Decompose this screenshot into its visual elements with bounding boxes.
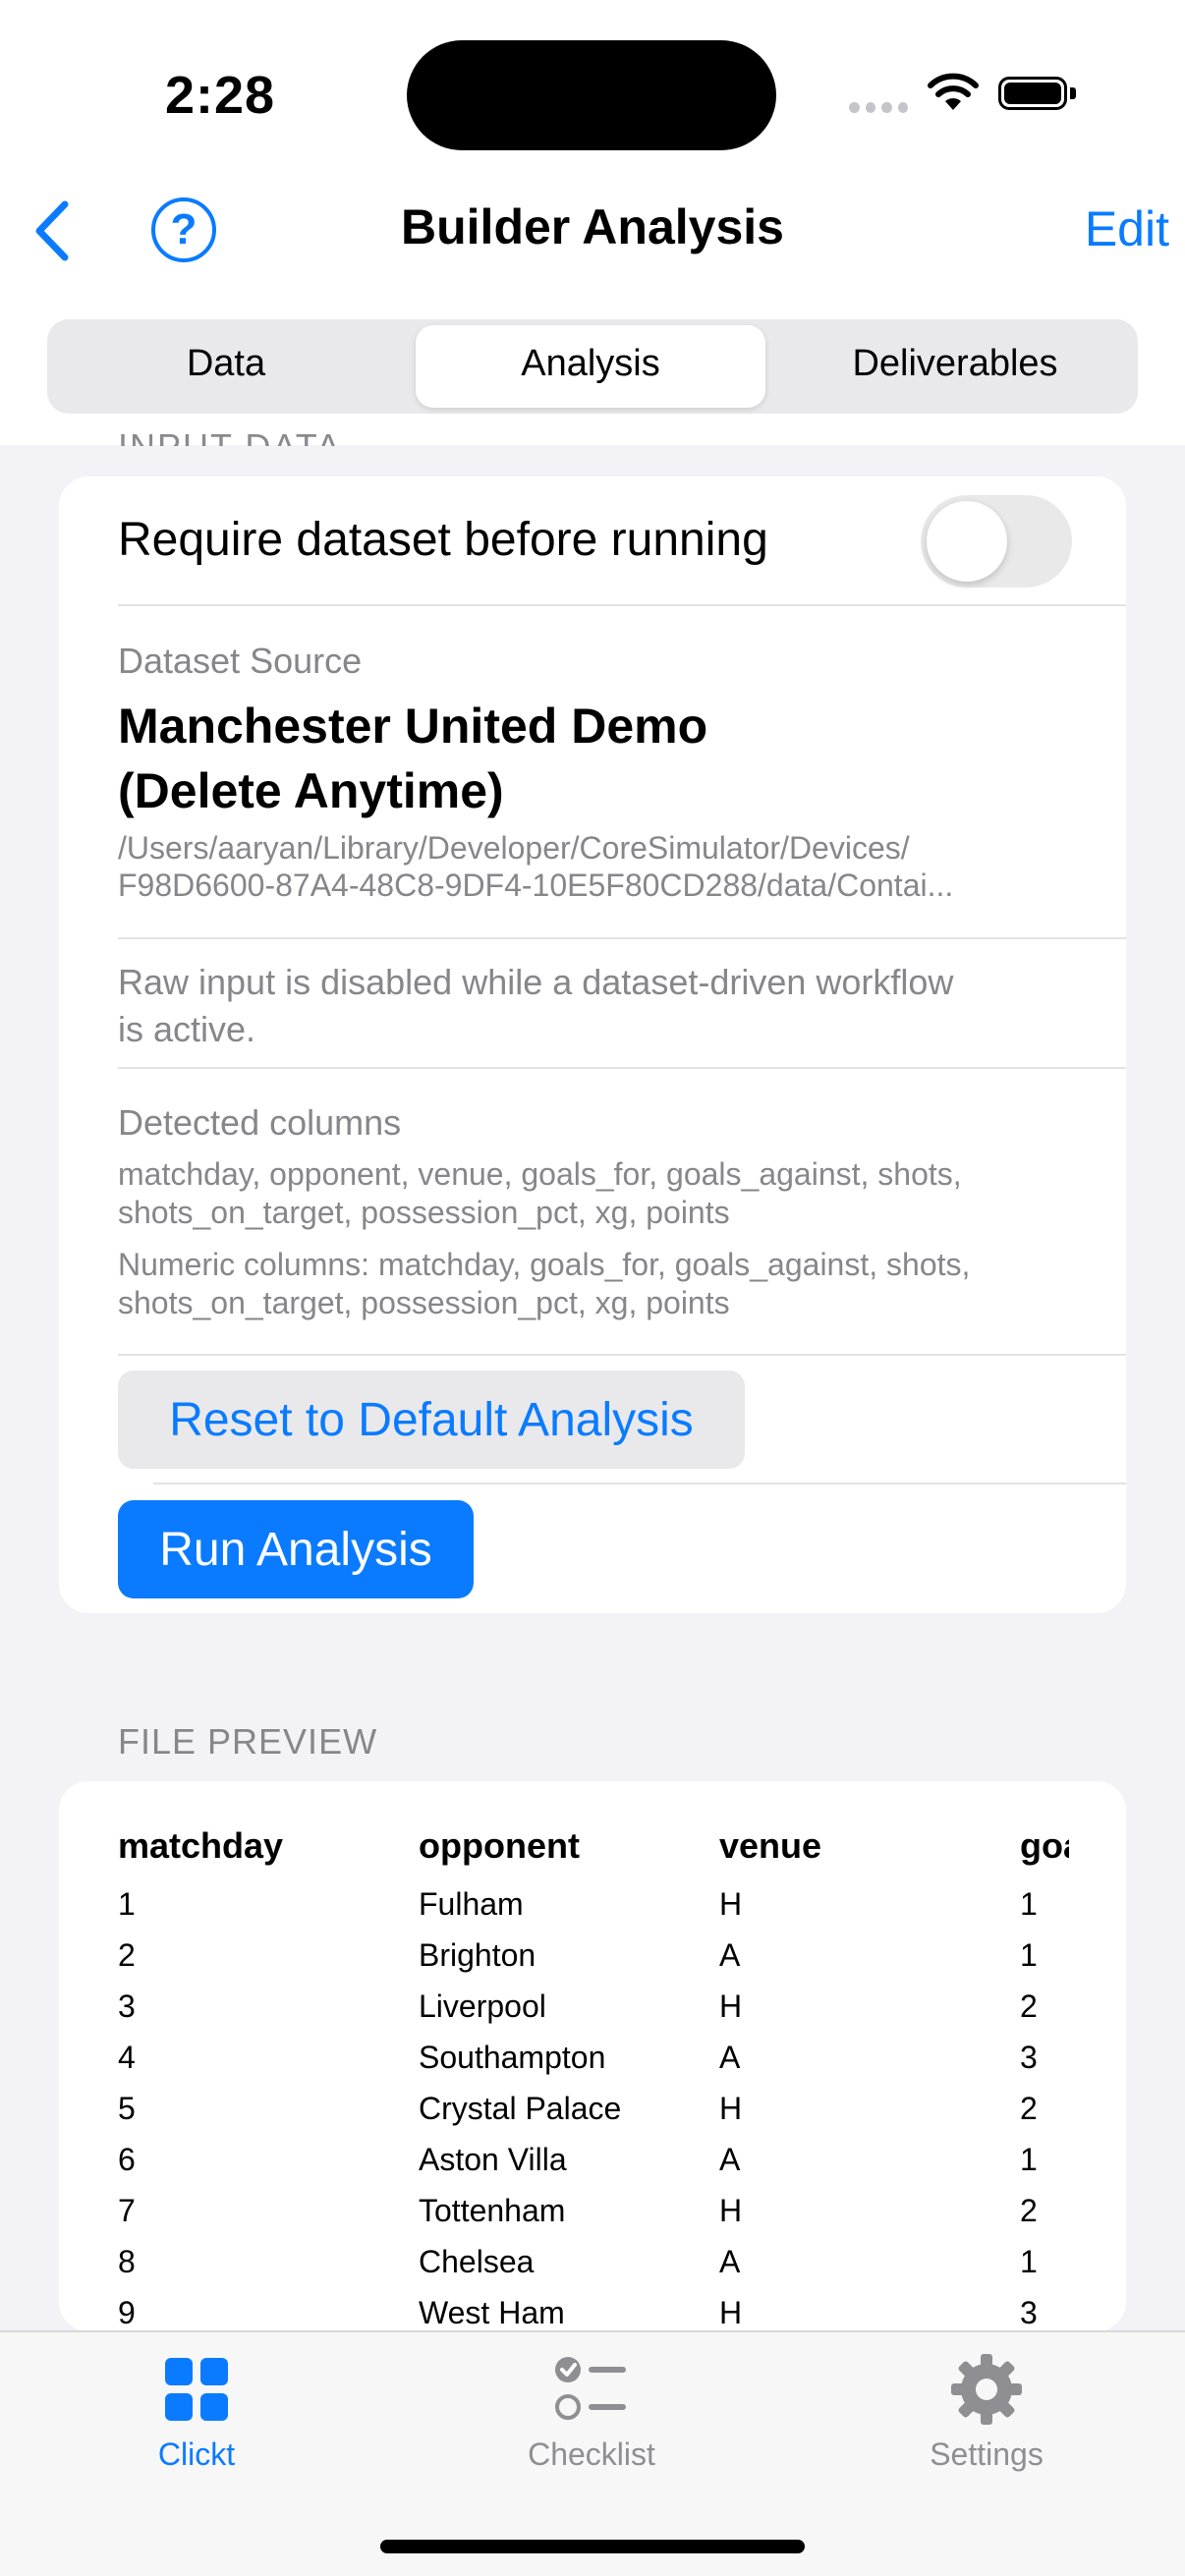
table-cell: Southampton xyxy=(419,2040,606,2075)
table-cell: 2 xyxy=(118,1937,136,1973)
divider xyxy=(118,1067,1126,1069)
table-cell: 2 xyxy=(1020,1988,1038,2024)
column-header-goals-for: goa xyxy=(1020,1825,1069,1866)
table-cell: 4 xyxy=(118,2040,136,2075)
table-cell: 8 xyxy=(118,2244,136,2279)
divider xyxy=(153,1483,1126,1484)
checklist-icon xyxy=(555,2357,626,2420)
edit-button[interactable]: Edit xyxy=(1022,200,1169,257)
wifi-icon xyxy=(928,73,979,110)
table-cell: 1 xyxy=(1020,2244,1038,2279)
detected-columns-list: matchday, opponent, venue, goals_for, go… xyxy=(118,1156,962,1230)
require-dataset-toggle[interactable] xyxy=(921,495,1072,588)
gear-icon xyxy=(951,2354,1022,2425)
table-cell: 5 xyxy=(118,2091,136,2126)
table-cell: H xyxy=(719,1886,743,1922)
table-cell: 1 xyxy=(118,1886,136,1922)
dataset-source-caption: Dataset Source xyxy=(118,641,363,681)
table-cell: 1 xyxy=(1020,1937,1038,1973)
table-cell: A xyxy=(719,2244,741,2279)
table-cell: 2 xyxy=(1020,2091,1038,2126)
tab-clickt-label: Clickt xyxy=(157,2436,236,2472)
table-cell: A xyxy=(719,2142,741,2177)
table-cell: H xyxy=(719,2091,743,2126)
grid-icon xyxy=(165,2358,228,2421)
table-cell: H xyxy=(719,1988,743,2024)
status-time: 2:28 xyxy=(165,66,276,125)
toggle-knob xyxy=(927,501,1007,582)
numeric-columns-list: Numeric columns: matchday, goals_for, go… xyxy=(118,1247,971,1320)
table-cell: 3 xyxy=(1020,2295,1038,2330)
page-title: Builder Analysis xyxy=(401,199,784,254)
dynamic-island xyxy=(407,40,776,150)
table-cell: Crystal Palace xyxy=(419,2091,622,2126)
column-header-opponent: opponent xyxy=(419,1825,580,1866)
run-analysis-button[interactable]: Run Analysis xyxy=(118,1500,474,1598)
table-cell: Aston Villa xyxy=(419,2142,567,2177)
table-cell: 3 xyxy=(1020,2040,1038,2075)
detected-columns-title: Detected columns xyxy=(118,1102,402,1143)
table-cell: H xyxy=(719,2295,743,2330)
table-cell: 1 xyxy=(1020,1886,1038,1922)
raw-input-disabled-note: Raw input is disabled while a dataset-dr… xyxy=(118,962,954,1049)
divider xyxy=(118,937,1126,939)
tab-deliverables[interactable]: Deliverables xyxy=(780,343,1130,385)
table-cell: Brighton xyxy=(419,1937,536,1973)
tab-analysis[interactable]: Analysis xyxy=(416,343,765,385)
signal-dots-icon xyxy=(849,102,908,116)
file-preview-section-header: FILE PREVIEW xyxy=(118,1721,378,1762)
table-cell: Tottenham xyxy=(419,2193,566,2228)
table-cell: 7 xyxy=(118,2193,136,2228)
table-cell: 3 xyxy=(118,1988,136,2024)
table-cell: 6 xyxy=(118,2142,136,2177)
battery-icon xyxy=(998,77,1079,114)
table-cell: 1 xyxy=(1020,2142,1038,2177)
table-cell: West Ham xyxy=(419,2295,565,2330)
table-cell: Chelsea xyxy=(419,2244,535,2279)
reset-to-default-analysis-button[interactable]: Reset to Default Analysis xyxy=(118,1371,745,1469)
table-cell: A xyxy=(719,1937,741,1973)
dataset-name: Manchester United Demo (Delete Anytime) xyxy=(118,699,708,818)
home-indicator[interactable] xyxy=(380,2540,805,2553)
tab-settings-label: Settings xyxy=(930,2436,1044,2472)
tab-checklist-label: Checklist xyxy=(528,2436,655,2472)
input-data-section-header: INPUT DATA xyxy=(118,417,413,446)
table-cell: H xyxy=(719,2193,743,2228)
table-cell: A xyxy=(719,2040,741,2075)
table-cell: Fulham xyxy=(419,1886,524,1922)
divider xyxy=(118,1354,1126,1356)
divider xyxy=(118,604,1126,606)
table-cell: 2 xyxy=(1020,2193,1038,2228)
column-header-matchday: matchday xyxy=(118,1825,284,1866)
require-dataset-label: Require dataset before running xyxy=(118,514,768,566)
table-cell: 9 xyxy=(118,2295,136,2330)
table-cell: Liverpool xyxy=(419,1988,546,2024)
dataset-path: /Users/aaryan/Library/Developer/CoreSimu… xyxy=(118,830,954,903)
column-header-venue: venue xyxy=(719,1825,822,1866)
tab-data[interactable]: Data xyxy=(51,343,401,385)
